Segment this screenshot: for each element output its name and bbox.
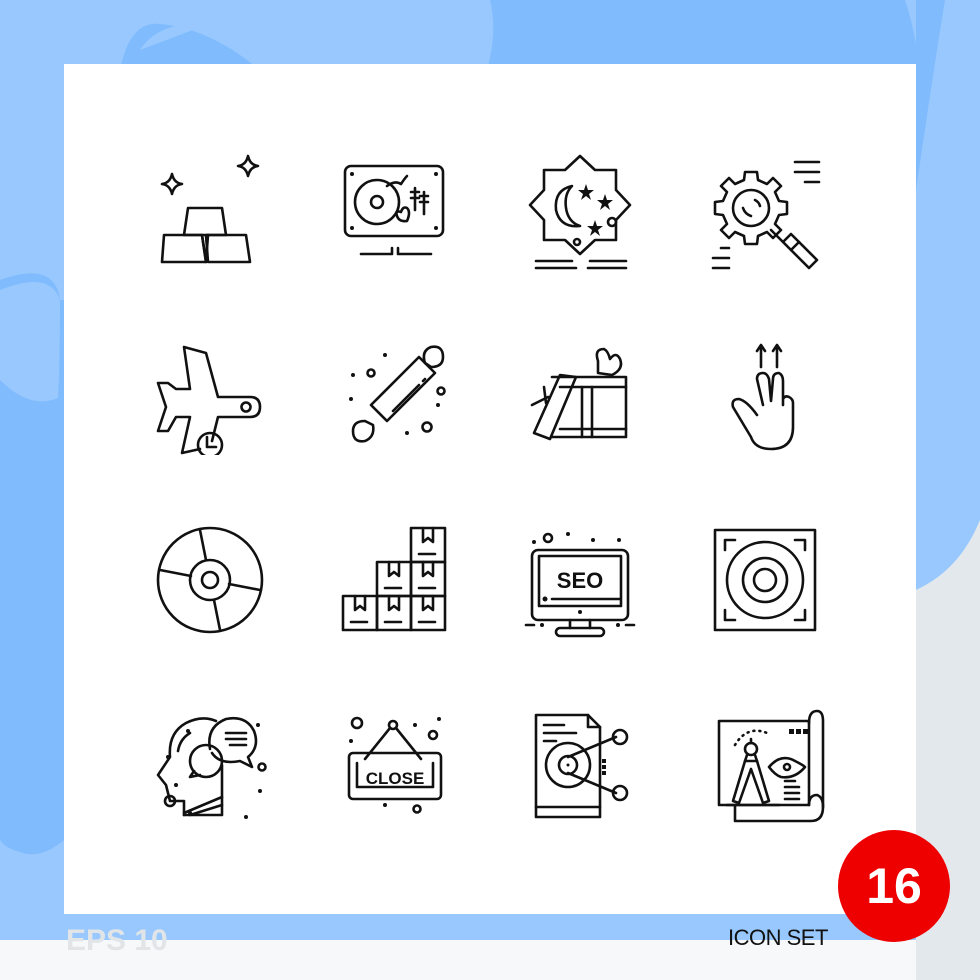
format-label: EPS 10 [66,924,168,957]
seo-label: SEO [557,568,603,593]
audio-file-share-icon [520,705,640,825]
gold-bars-icon [150,150,270,270]
two-finger-swipe-up-icon [705,335,825,455]
ramadan-moon-icon [520,150,640,270]
turntable-icon [335,150,455,270]
stacked-boxes-icon [335,520,455,640]
gear-search-icon [705,150,825,270]
close-sign-icon: CLOSE [335,705,455,825]
seo-monitor-icon: SEO [520,520,640,640]
mind-chat-icon [150,705,270,825]
rolling-pin-icon [335,335,455,455]
icon-count-badge: 16 [838,830,950,942]
gift-box-icon [520,335,640,455]
cd-disc-icon [150,520,270,640]
blueprint-compass-icon [705,705,825,825]
speaker-icon [705,520,825,640]
icon-set-label: ICON SET [728,925,828,950]
flight-delay-icon [150,335,270,455]
close-label: CLOSE [366,769,425,788]
